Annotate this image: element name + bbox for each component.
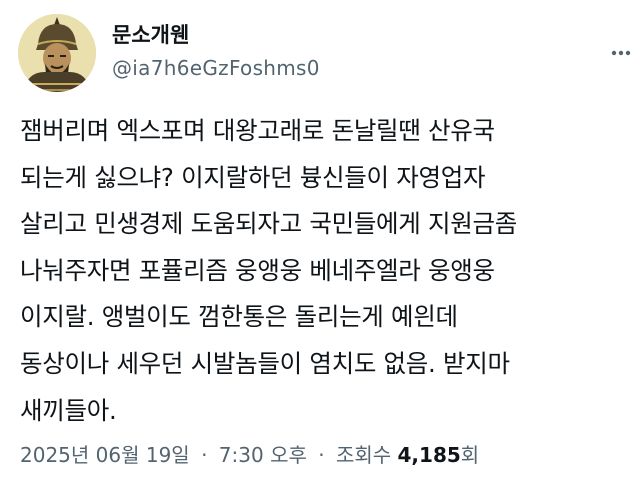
post-date[interactable]: 2025년 06월 19일: [20, 443, 190, 467]
tweet-card: 문소개웬 @ia7h6eGzFoshms0 잼버리며 엑스포며 대왕고래로 돈날…: [0, 0, 640, 488]
tweet-line: 잼버리며 엑스포며 대왕고래로 돈날릴땐 산유국: [20, 116, 495, 145]
tweet-body: 잼버리며 엑스포며 대왕고래로 돈날릴땐 산유국 되는게 싫으냐? 이지랄하던 …: [20, 108, 636, 434]
tweet-meta: 2025년 06월 19일 · 7:30 오후 · 조회수 4,185회: [20, 442, 479, 468]
tweet-line: 동상이나 세우던 시발놈들이 염치도 없음. 받지마: [20, 348, 510, 378]
warrior-portrait-icon: [18, 14, 96, 92]
author-handle[interactable]: @ia7h6eGzFoshms0: [112, 56, 320, 80]
tweet-line: 살리고 민생경제 도움되자고 국민들에게 지원금좀: [20, 209, 517, 239]
post-time[interactable]: 7:30 오후: [219, 443, 307, 467]
tweet-line: 새끼들아.: [20, 395, 117, 425]
user-info: 문소개웬 @ia7h6eGzFoshms0: [112, 22, 320, 80]
avatar[interactable]: [18, 14, 96, 92]
meta-separator: ·: [318, 443, 325, 467]
tweet-line: 되는게 싫으냐? 이지랄하던 븅신들이 자영업자: [20, 162, 486, 192]
views-count: 4,185: [397, 443, 461, 467]
tweet-line: 나눠주자면 포퓰리즘 웅앵웅 베네주엘라 웅앵웅: [20, 255, 495, 285]
meta-separator: ·: [201, 443, 208, 467]
more-options-icon: [611, 50, 631, 56]
more-options-button[interactable]: [610, 42, 632, 64]
views-suffix: 회: [460, 443, 480, 467]
tweet-line: 이지랄. 앵벌이도 껌한통은 돌리는게 예읜데: [20, 302, 458, 332]
author-display-name[interactable]: 문소개웬: [112, 22, 320, 48]
views-label: 조회수: [335, 443, 392, 467]
